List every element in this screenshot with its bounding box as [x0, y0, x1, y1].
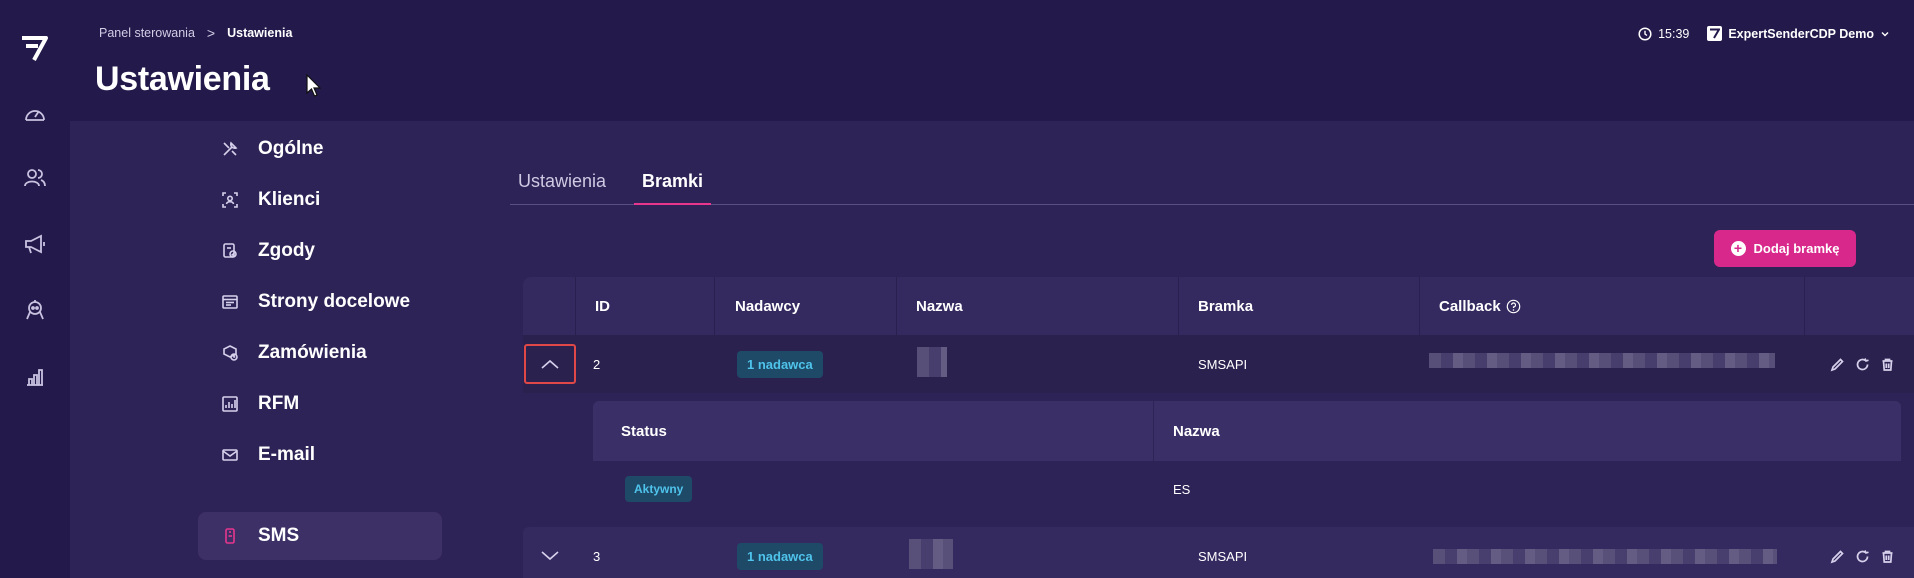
mail-icon: [220, 446, 240, 464]
settings-nav-item-rfm[interactable]: RFM: [198, 380, 442, 428]
mouse-cursor-icon: [306, 73, 322, 103]
table-row: 2 1 nadawca SMSAPI: [523, 335, 1914, 393]
analytics-icon[interactable]: [22, 364, 48, 390]
column-header-name: Nazwa: [916, 297, 963, 315]
breadcrumb-current: Ustawienia: [227, 26, 293, 40]
settings-nav-label: Zamówienia: [258, 342, 367, 363]
subtable-header: Status Nazwa: [593, 401, 1901, 461]
add-gateway-button[interactable]: + Dodaj bramkę: [1714, 230, 1856, 267]
status-badge: Aktywny: [625, 476, 693, 502]
chevron-up-icon: [541, 359, 559, 369]
rfm-chart-icon: [220, 395, 240, 413]
table-row: 3 1 nadawca SMSAPI: [523, 527, 1914, 578]
settings-nav-item-consents[interactable]: Zgody: [198, 227, 442, 275]
topbar-right: 15:39 ExpertSenderCDP Demo: [1638, 26, 1890, 41]
edit-pencil-icon[interactable]: [1830, 549, 1845, 564]
column-divider: [714, 277, 715, 335]
consent-icon: [220, 242, 240, 260]
redacted-callback-url: [1433, 549, 1777, 564]
settings-nav-label: SMS: [258, 525, 300, 546]
account-name: ExpertSenderCDP Demo: [1728, 26, 1874, 41]
senders-badge[interactable]: 1 nadawca: [737, 542, 823, 570]
customer-icon: [220, 191, 240, 209]
expand-row-button[interactable]: [524, 536, 576, 576]
landing-page-icon: [220, 293, 240, 311]
settings-nav-label: Zgody: [258, 240, 315, 261]
subtable-header-status: Status: [621, 422, 667, 440]
chevron-right-icon: >: [206, 25, 216, 41]
settings-nav-label: Strony docelowe: [258, 291, 411, 312]
callback-header-label: Callback: [1439, 297, 1501, 315]
redacted-callback-url: [1429, 353, 1775, 368]
refresh-icon[interactable]: [1855, 549, 1870, 564]
add-gateway-label: Dodaj bramkę: [1753, 241, 1840, 256]
settings-nav-label: RFM: [258, 393, 300, 414]
collapse-row-button[interactable]: [524, 344, 576, 384]
row-gateway: SMSAPI: [1198, 356, 1248, 372]
tab-settings[interactable]: Ustawienia: [510, 171, 614, 205]
chevron-down-icon: [1881, 31, 1889, 36]
column-divider: [1178, 277, 1179, 335]
row-actions: [1830, 335, 1895, 393]
clock: 15:39: [1638, 27, 1689, 41]
column-divider: [575, 277, 576, 335]
settings-nav-item-sms[interactable]: SMS: [198, 512, 442, 560]
automation-robot-icon[interactable]: [22, 298, 48, 324]
column-header-gateway: Bramka: [1198, 297, 1254, 315]
tools-icon: [220, 140, 240, 158]
plus-circle-icon: +: [1730, 241, 1746, 256]
trash-icon[interactable]: [1880, 549, 1895, 564]
app-sidebar: [0, 0, 70, 578]
column-divider: [896, 277, 897, 335]
subtable-header-name: Nazwa: [1173, 422, 1220, 440]
row-id: 3: [593, 548, 601, 564]
trash-icon[interactable]: [1880, 357, 1895, 372]
main-content: Ogólne Klienci Zgody Strony docelowe Zam…: [70, 121, 1914, 578]
senders-badge[interactable]: 1 nadawca: [737, 350, 823, 378]
current-time: 15:39: [1658, 26, 1690, 41]
row-actions: [1830, 527, 1895, 578]
chevron-down-icon: [541, 551, 559, 561]
breadcrumb: Panel sterowania > Ustawienia: [99, 25, 292, 41]
settings-tabs: Ustawienia Bramki: [510, 171, 1914, 205]
subtable-row: Aktywny ES: [593, 461, 1901, 517]
edit-pencil-icon[interactable]: [1830, 357, 1845, 372]
table-header: ID Nadawcy Nazwa Bramka Callback: [523, 277, 1914, 335]
page-title: Ustawienia: [95, 60, 270, 98]
help-icon[interactable]: [1506, 299, 1521, 314]
settings-nav-label: Ogólne: [258, 138, 324, 159]
column-header-id: ID: [595, 297, 610, 315]
campaigns-megaphone-icon[interactable]: [22, 231, 48, 257]
dashboard-icon[interactable]: [22, 101, 48, 127]
settings-nav-item-landing-pages[interactable]: Strony docelowe: [198, 278, 442, 326]
users-icon[interactable]: [22, 165, 48, 191]
sender-name: ES: [1173, 481, 1191, 497]
column-divider: [1804, 277, 1805, 335]
settings-nav-label: Klienci: [258, 189, 321, 210]
tab-gateways[interactable]: Bramki: [634, 171, 712, 205]
settings-nav-item-customers[interactable]: Klienci: [198, 176, 442, 224]
column-divider: [1153, 401, 1154, 461]
settings-nav-item-orders[interactable]: Zamówienia: [198, 329, 442, 377]
sms-icon: [220, 527, 240, 545]
app-logo[interactable]: [20, 34, 50, 62]
account-switcher[interactable]: ExpertSenderCDP Demo: [1707, 26, 1890, 41]
row-gateway: SMSAPI: [1198, 548, 1248, 564]
settings-nav-label: E-mail: [258, 444, 316, 465]
column-header-senders: Nadawcy: [735, 297, 801, 315]
clock-icon: [1638, 26, 1652, 41]
settings-nav-item-general[interactable]: Ogólne: [198, 125, 442, 173]
column-divider: [1419, 277, 1420, 335]
refresh-icon[interactable]: [1855, 357, 1870, 372]
row-id: 2: [593, 356, 601, 372]
column-header-callback: Callback: [1439, 277, 1521, 335]
settings-nav-item-email[interactable]: E-mail: [198, 431, 442, 479]
account-logo-icon: [1707, 26, 1723, 41]
breadcrumb-root[interactable]: Panel sterowania: [99, 26, 195, 40]
orders-icon: [220, 344, 240, 362]
redacted-name: [917, 347, 947, 377]
redacted-name: [909, 539, 953, 569]
